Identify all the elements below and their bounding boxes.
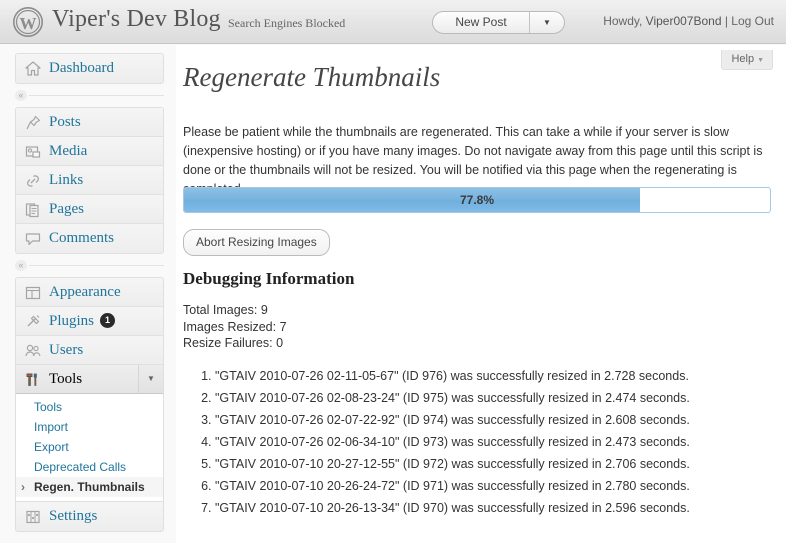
media-icon [24,143,42,161]
stat-resize-failures: Resize Failures: 0 [183,336,284,350]
submenu-item-label: Regen. Thumbnails [34,480,145,494]
submenu-item-label: Deprecated Calls [34,460,127,474]
admin-header-bar: W Viper's Dev Blog Search Engines Blocke… [0,0,786,44]
abort-resizing-button[interactable]: Abort Resizing Images [183,229,330,256]
plugin-plug-icon [24,313,42,331]
new-post-label[interactable]: New Post [433,12,529,33]
sidebar-item-label: Posts [49,114,81,130]
sidebar-group-dashboard: Dashboard [15,53,164,84]
sidebar-item-pages[interactable]: Pages [16,195,163,224]
tools-submenu: Tools Import Export Deprecated Calls Reg… [16,394,163,502]
sidebar-item-posts[interactable]: Posts [16,108,163,137]
settings-gear-icon [24,508,42,526]
howdy-prefix: Howdy, [603,14,646,28]
sidebar-item-users[interactable]: Users [16,336,163,365]
submenu-item-regen-thumbnails[interactable]: Regen. Thumbnails [16,477,163,497]
logout-link[interactable]: Log Out [731,14,774,28]
debugging-information-heading: Debugging Information [183,269,355,288]
submenu-item-label: Import [34,420,69,434]
svg-text:W: W [20,14,37,33]
wordpress-logo-icon[interactable]: W [12,6,44,38]
new-post-chevron-down-icon[interactable]: ▼ [529,12,564,33]
page-title: Regenerate Thumbnails [183,62,441,92]
double-chevron-left-icon[interactable]: « [15,90,27,101]
link-chain-icon [24,172,42,190]
list-item: "GTAIV 2010-07-26 02-07-22-92" (ID 974) … [215,409,778,431]
sidebar-group-content: Posts Media Links Pages Comments [15,107,164,254]
site-title[interactable]: Viper's Dev Blog [52,6,221,33]
list-item: "GTAIV 2010-07-26 02-08-23-24" (ID 975) … [215,387,778,409]
sidebar-item-label: Pages [49,201,84,217]
help-chevron-down-icon: ▼ [757,57,764,64]
list-item: "GTAIV 2010-07-26 02-06-34-10" (ID 973) … [215,431,778,453]
sidebar-item-dashboard[interactable]: Dashboard [16,54,163,83]
separator-line [29,265,164,266]
sidebar-item-label: Comments [49,230,115,246]
comment-bubble-icon [24,230,42,248]
double-chevron-left-icon[interactable]: « [15,260,27,271]
howdy-separator: | [721,14,732,28]
sidebar-collapse-separator-2[interactable]: « [15,260,164,271]
sidebar-item-appearance[interactable]: Appearance [16,278,163,307]
sidebar-item-settings[interactable]: Settings [16,502,163,531]
resize-results-list: "GTAIV 2010-07-26 02-11-05-67" (ID 976) … [183,365,778,519]
sidebar-item-label: Users [49,342,84,358]
plugins-update-badge: 1 [100,313,116,328]
progress-bar: 77.8% [183,187,771,213]
list-item: "GTAIV 2010-07-26 02-11-05-67" (ID 976) … [215,365,778,387]
submenu-item-export[interactable]: Export [16,437,163,457]
main-content-area: Help ▼ Regenerate Thumbnails Please be pa… [176,45,786,543]
debug-stats-list: Total Images: 9 Images Resized: 7 Resize… [183,302,287,352]
sidebar-collapse-separator-1[interactable]: « [15,90,164,101]
sidebar-item-label: Plugins [49,313,95,329]
pin-icon [24,114,42,132]
submenu-item-label: Export [34,440,69,454]
sidebar-group-admin: Appearance Plugins 1 Users Tools ▼ Tools… [15,277,164,532]
list-item: "GTAIV 2010-07-10 20-26-24-72" (ID 971) … [215,475,778,497]
appearance-layout-icon [24,284,42,302]
help-label: Help [731,53,755,65]
sidebar-item-label: Dashboard [49,60,114,76]
sidebar-item-label: Links [49,172,84,188]
sidebar-item-plugins[interactable]: Plugins 1 [16,307,163,336]
submenu-item-import[interactable]: Import [16,417,163,437]
dashboard-home-icon [24,60,42,78]
tools-hammer-icon [24,371,42,389]
pages-icon [24,201,42,219]
submenu-item-deprecated-calls[interactable]: Deprecated Calls [16,457,163,477]
stat-total-images: Total Images: 9 [183,303,268,317]
sidebar-item-label: Tools [49,371,83,387]
sidebar-item-media[interactable]: Media [16,137,163,166]
sidebar-item-label: Settings [49,508,98,524]
users-icon [24,342,42,360]
sidebar-item-label: Appearance [49,284,121,300]
list-item: "GTAIV 2010-07-10 20-27-12-55" (ID 972) … [215,453,778,475]
stat-images-resized: Images Resized: 7 [183,319,287,334]
sidebar-item-comments[interactable]: Comments [16,224,163,253]
sidebar-item-label: Media [49,143,88,159]
new-post-dropdown[interactable]: New Post ▼ [432,11,565,34]
list-item: "GTAIV 2010-07-10 20-26-13-34" (ID 970) … [215,497,778,519]
help-button[interactable]: Help ▼ [721,50,773,70]
submenu-item-tools[interactable]: Tools [16,397,163,417]
sidebar-item-links[interactable]: Links [16,166,163,195]
search-engines-blocked-note: Search Engines Blocked [228,16,346,30]
separator-line [29,95,164,96]
admin-sidebar-menu: Dashboard « Posts Media Links Pages Comm… [0,45,176,543]
progress-percent-label: 77.8% [459,193,495,207]
tools-submenu-chevron-down-icon[interactable]: ▼ [138,365,163,393]
howdy-user-area: Howdy, Viper007Bond | Log Out [603,14,774,28]
username-link[interactable]: Viper007Bond [646,14,722,28]
sidebar-item-tools[interactable]: Tools ▼ [16,365,163,394]
submenu-item-label: Tools [34,400,63,414]
